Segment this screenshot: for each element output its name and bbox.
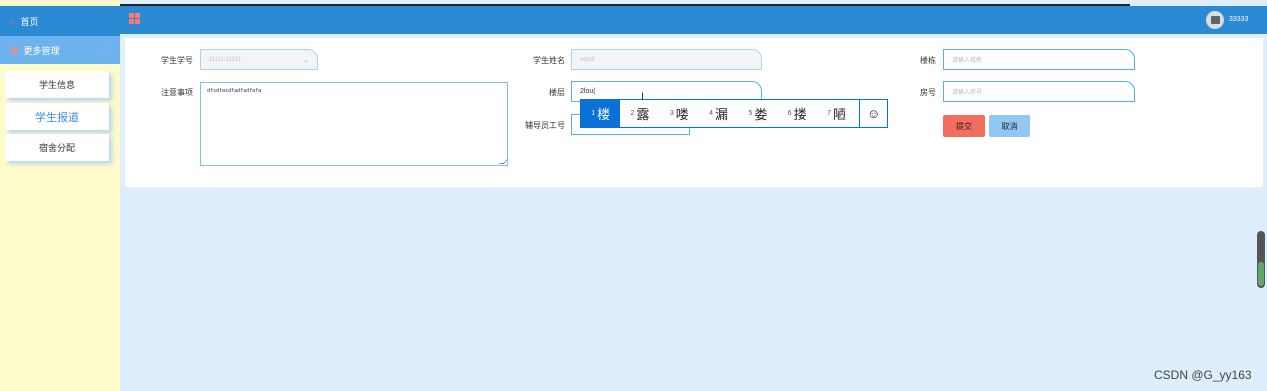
scrollbar-thumb[interactable] — [1258, 262, 1264, 286]
avatar[interactable] — [1206, 11, 1224, 29]
ime-candidate[interactable]: 1楼 — [581, 100, 621, 127]
submit-button[interactable]: 提交 — [943, 115, 985, 137]
sidebar-item-label: 学生报道 — [35, 111, 79, 124]
chevron-up-icon: ⌃ — [101, 45, 108, 55]
ime-candidate[interactable]: 5娄 — [738, 100, 777, 127]
sidebar-item-more[interactable]: ▦ 更多管理 ⌃ — [0, 36, 120, 64]
sidebar-item-label: 宿舍分配 — [38, 143, 75, 153]
room-input[interactable]: 请输入房号 — [943, 81, 1135, 102]
notes-label: 注意事项 — [161, 88, 193, 97]
sidebar-item-dorm-assign[interactable]: 宿舍分配 — [5, 134, 109, 161]
cancel-button[interactable]: 取消 — [989, 115, 1030, 137]
student-id-select[interactable]: 11111-11111 ⌄ — [200, 49, 318, 70]
sidebar-item-student-info[interactable]: 学生信息 — [5, 71, 109, 98]
resize-handle-icon[interactable] — [498, 159, 509, 164]
room-label: 房号 — [920, 88, 936, 97]
home-icon: ⌂ — [10, 16, 16, 26]
notes-textarea[interactable]: dfsdfasdfadfadfafa — [200, 82, 509, 166]
ime-candidate-window: 1楼 2露 3喽 4漏 5娄 6搂 7陋 ☺ — [580, 99, 888, 128]
student-id-label: 学生学号 — [161, 56, 193, 65]
counselor-id-label: 辅导员工号 — [525, 121, 565, 130]
sidebar-item-home[interactable]: ⌂ 首页 — [0, 6, 120, 36]
grid-menu-icon: ▦ — [10, 44, 19, 55]
watermark: CSDN @G_yy163 — [1154, 368, 1252, 382]
emoji-icon[interactable]: ☺ — [860, 100, 887, 127]
sidebar-item-student-report[interactable]: 学生报道 — [5, 103, 109, 130]
student-name-label: 学生姓名 — [533, 56, 565, 65]
app-grid-icon[interactable] — [129, 13, 140, 24]
ime-candidate[interactable]: 2露 — [620, 100, 659, 127]
header-bar: 33333 — [120, 6, 1267, 34]
sidebar-item-label: 更多管理 — [23, 45, 60, 56]
ime-candidate[interactable]: 6搂 — [778, 100, 817, 127]
ime-candidate[interactable]: 4漏 — [699, 100, 738, 127]
sidebar-item-label: 首页 — [20, 16, 39, 27]
building-label: 楼栋 — [920, 56, 936, 65]
floor-label: 楼层 — [549, 88, 565, 97]
sidebar: ⌂ 首页 ▦ 更多管理 ⌃ 学生信息 学生报道 宿舍分配 — [0, 0, 120, 391]
student-name-value: adsdf — [580, 56, 595, 63]
chevron-down-icon: ⌄ — [303, 56, 309, 64]
building-placeholder: 请输入楼栋 — [952, 58, 983, 64]
ime-candidate[interactable]: 3喽 — [660, 100, 699, 127]
student-name-input[interactable]: adsdf — [571, 49, 762, 70]
ime-candidate[interactable]: 7陋 — [817, 100, 856, 127]
username[interactable]: 33333 — [1229, 16, 1248, 23]
text-cursor-icon: I — [641, 91, 645, 103]
student-id-value: 11111-11111 — [209, 56, 241, 63]
floor-value: 2lou — [580, 88, 594, 95]
notes-value: dfsdfasdfadfadfafa — [207, 88, 262, 94]
sidebar-item-label: 学生信息 — [38, 80, 75, 90]
room-placeholder: 请输入房号 — [952, 90, 983, 96]
building-input[interactable]: 请输入楼栋 — [943, 49, 1135, 70]
